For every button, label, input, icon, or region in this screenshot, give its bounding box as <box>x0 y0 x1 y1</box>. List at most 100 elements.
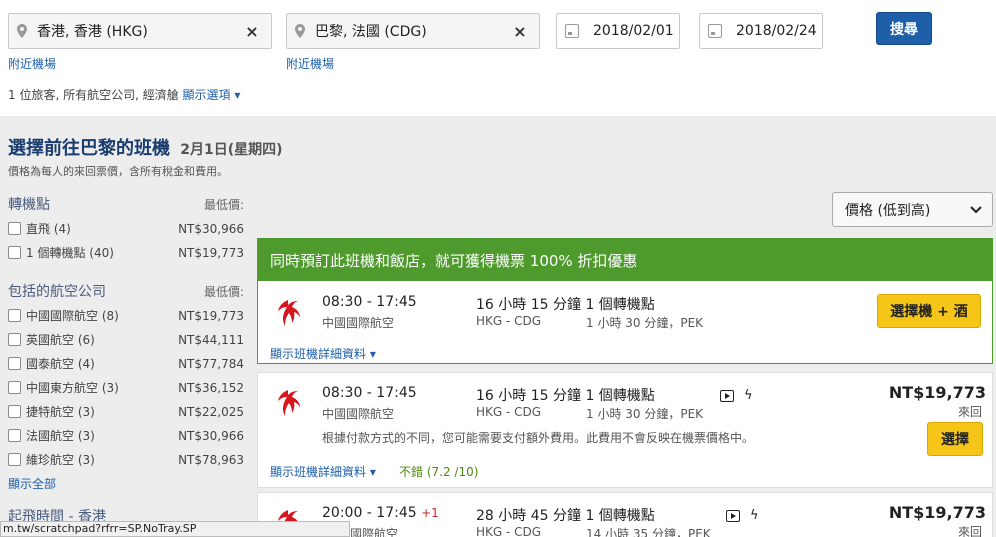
filter-row[interactable]: 中國東方航空 (3) NT$36,152 <box>8 379 244 396</box>
layover-info: 1 小時 30 分鐘，PEK <box>586 316 704 330</box>
flight-duration: 16 小時 15 分鐘 1 個轉機點 <box>476 385 655 405</box>
filter-label: 中國東方航空 (3) <box>26 381 119 395</box>
power-outlet-icon: ϟ <box>750 508 759 523</box>
min-price-label: 最低價: <box>203 285 244 299</box>
calendar-icon <box>565 24 579 38</box>
entertainment-icon <box>720 389 734 402</box>
checkbox[interactable] <box>8 309 21 322</box>
filter-price: NT$19,773 <box>178 308 244 323</box>
flight-duration: 28 小時 45 分鐘 1 個轉機點 <box>476 505 655 525</box>
stops-text: 1 個轉機點 <box>585 508 655 524</box>
airline-name: 國際航空 <box>350 527 399 537</box>
amenities: ϟ <box>726 508 759 523</box>
checkbox[interactable] <box>8 357 21 370</box>
filter-label: 國泰航空 (4) <box>26 357 95 371</box>
filter-label: 英國航空 (6) <box>26 333 95 347</box>
airline-name: 中國國際航空 <box>322 407 395 421</box>
filter-row[interactable]: 法國航空 (3) NT$30,966 <box>8 427 244 444</box>
times-text: 20:00 - 17:45 <box>322 505 417 521</box>
duration-text: 16 小時 15 分鐘 <box>476 297 581 313</box>
depart-date-value: 2018/02/01 <box>593 23 674 39</box>
return-date-value: 2018/02/24 <box>736 23 817 39</box>
power-outlet-icon: ϟ <box>744 388 753 403</box>
filter-price: NT$22,025 <box>178 404 244 419</box>
filter-row[interactable]: 中國國際航空 (8) NT$19,773 <box>8 307 244 324</box>
min-price-label: 最低價: <box>203 198 244 212</box>
stops-filter-header: 轉機點 最低價: <box>8 194 244 214</box>
filter-label: 1 個轉機點 (40) <box>26 246 114 260</box>
results-area: 選擇前往巴黎的班機 2月1日(星期四) 價格為每人的來回票價，含所有稅金和費用。… <box>0 116 996 537</box>
checkbox[interactable] <box>8 405 21 418</box>
filter-row[interactable]: 1 個轉機點 (40) NT$19,773 <box>8 244 244 261</box>
stops-title: 轉機點 <box>8 197 50 213</box>
checkbox[interactable] <box>8 453 21 466</box>
location-pin-icon <box>295 24 305 38</box>
filter-row[interactable]: 國泰航空 (4) NT$77,784 <box>8 355 244 372</box>
chevron-down-icon <box>970 205 982 213</box>
checkbox[interactable] <box>8 333 21 346</box>
promo-banner: 同時預訂此班機和飯店，就可獲得機票 100% 折扣優惠 <box>258 239 992 281</box>
filter-row[interactable]: 維珍航空 (3) NT$78,963 <box>8 451 244 468</box>
stops-text: 1 個轉機點 <box>585 297 655 313</box>
show-all-airlines-link[interactable]: 顯示全部 <box>8 475 56 492</box>
checkbox[interactable] <box>8 222 21 235</box>
page-title: 選擇前往巴黎的班機 2月1日(星期四) <box>8 134 283 160</box>
payment-fee-note: 根據付款方式的不同，您可能需要支付額外費用。此費用不會反映在機票價格中。 <box>322 431 755 445</box>
plus-day-badge: +1 <box>421 506 439 520</box>
clear-origin-icon[interactable]: × <box>243 22 261 41</box>
checkbox[interactable] <box>8 429 21 442</box>
sort-dropdown[interactable]: 價格 (低到高) <box>832 192 993 227</box>
filter-price: NT$78,963 <box>178 452 244 467</box>
filter-row[interactable]: 直飛 (4) NT$30,966 <box>8 220 244 237</box>
filter-label: 捷特航空 (3) <box>26 405 95 419</box>
destination-value: 巴黎, 法國 (CDG) <box>315 24 427 40</box>
search-button[interactable]: 搜尋 <box>876 12 932 45</box>
clear-destination-icon[interactable]: × <box>511 22 529 41</box>
layover-info: 14 小時 35 分鐘，PEK <box>586 527 711 537</box>
airlines-filter-header: 包括的航空公司 最低價: <box>8 281 244 301</box>
flight-times: 20:00 - 17:45 +1 <box>322 505 439 521</box>
filter-label: 中國國際航空 (8) <box>26 309 119 323</box>
amenities: ϟ <box>720 388 753 403</box>
nearby-airports-destination-link[interactable]: 附近機場 <box>286 55 334 72</box>
duration-text: 28 小時 45 分鐘 <box>476 508 581 524</box>
checkbox[interactable] <box>8 381 21 394</box>
layover-info: 1 小時 30 分鐘，PEK <box>586 407 704 421</box>
flight-price: NT$19,773 <box>888 503 986 522</box>
return-date-field[interactable]: 2018/02/24 <box>699 13 823 49</box>
route-code: HKG - CDG <box>476 525 542 537</box>
flight-rating: 不錯 (7.2 /10) <box>399 465 479 479</box>
origin-field[interactable]: 香港, 香港 (HKG) × <box>8 13 272 49</box>
title-text: 選擇前往巴黎的班機 <box>8 138 170 159</box>
filter-label: 法國航空 (3) <box>26 429 95 443</box>
airlines-title: 包括的航空公司 <box>8 284 106 300</box>
sort-value: 價格 (低到高) <box>845 202 931 219</box>
browser-status-url: m.tw/scratchpad?rfrr=SP.NoTray.SP <box>0 521 350 537</box>
filter-label: 維珍航空 (3) <box>26 453 95 467</box>
filter-price: NT$44,111 <box>178 332 244 347</box>
select-flight-button[interactable]: 選擇 <box>927 422 983 456</box>
filter-price: NT$36,152 <box>178 380 244 395</box>
destination-field[interactable]: 巴黎, 法國 (CDG) × <box>286 13 540 49</box>
select-flight-hotel-button[interactable]: 選擇機 + 酒 <box>877 294 981 328</box>
filter-row[interactable]: 捷特航空 (3) NT$22,025 <box>8 403 244 420</box>
filter-label: 直飛 (4) <box>26 222 71 236</box>
show-options-link[interactable]: 顯示選項 ▾ <box>183 88 241 102</box>
checkbox[interactable] <box>8 246 21 259</box>
filter-row[interactable]: 英國航空 (6) NT$44,111 <box>8 331 244 348</box>
depart-date-field[interactable]: 2018/02/01 <box>556 13 680 49</box>
search-summary: 1 位旅客, 所有航空公司, 經濟艙 顯示選項 ▾ <box>8 86 240 103</box>
show-flight-details-link[interactable]: 顯示班機詳細資料 ▾ <box>270 345 376 362</box>
filter-price: NT$19,773 <box>178 245 244 260</box>
filter-price: NT$77,784 <box>178 356 244 371</box>
origin-value: 香港, 香港 (HKG) <box>37 24 148 40</box>
nearby-airports-origin-link[interactable]: 附近機場 <box>8 55 56 72</box>
filter-price: NT$30,966 <box>178 221 244 236</box>
air-china-logo-icon <box>278 300 300 326</box>
flight-price: NT$19,773 <box>888 383 986 402</box>
flight-times: 08:30 - 17:45 <box>322 385 417 401</box>
stops-text: 1 個轉機點 <box>585 388 655 404</box>
route-code: HKG - CDG <box>476 405 542 419</box>
route-code: HKG - CDG <box>476 314 542 328</box>
show-flight-details-link[interactable]: 顯示班機詳細資料 ▾ <box>270 463 376 480</box>
